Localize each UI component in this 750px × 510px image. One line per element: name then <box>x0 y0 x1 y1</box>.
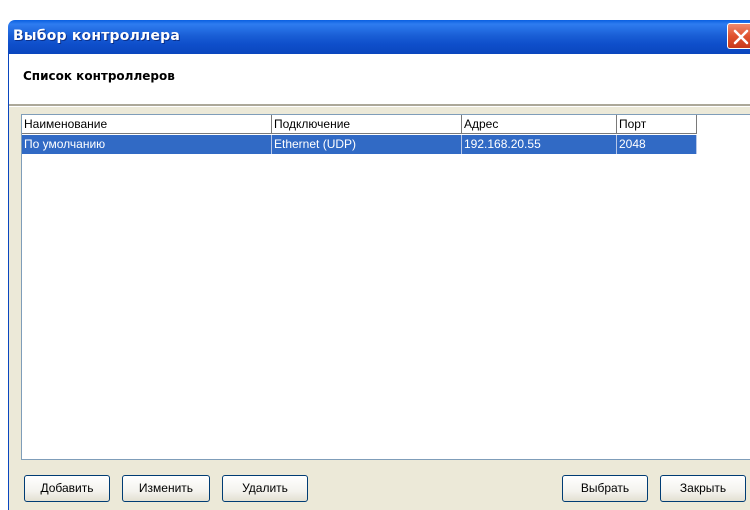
column-header-connection[interactable]: Подключение <box>272 115 462 134</box>
dialog-window: Выбор контроллера Список контроллеров На… <box>0 0 750 510</box>
close-icon <box>733 29 749 45</box>
column-header-address[interactable]: Адрес <box>462 115 617 134</box>
cell-connection: Ethernet (UDP) <box>272 135 462 154</box>
table-row[interactable]: По умолчанию Ethernet (UDP) 192.168.20.5… <box>22 135 697 154</box>
cell-port: 2048 <box>617 135 697 154</box>
close-button[interactable]: Закрыть <box>660 475 746 502</box>
add-button[interactable]: Добавить <box>24 475 110 502</box>
close-window-button[interactable] <box>727 23 750 49</box>
list-header: Наименование Подключение Адрес Порт <box>22 115 697 134</box>
title-bar[interactable]: Выбор контроллера <box>8 20 750 54</box>
edit-button[interactable]: Изменить <box>122 475 210 502</box>
delete-button[interactable]: Удалить <box>222 475 308 502</box>
section-title: Список контроллеров <box>23 69 175 83</box>
controllers-list[interactable]: Наименование Подключение Адрес Порт По у… <box>21 114 750 460</box>
window-title: Выбор контроллера <box>13 28 181 44</box>
header-panel: Список контроллеров <box>9 54 750 104</box>
column-header-port[interactable]: Порт <box>617 115 697 134</box>
cell-address: 192.168.20.55 <box>462 135 617 154</box>
column-header-name[interactable]: Наименование <box>22 115 272 134</box>
header-divider <box>9 104 750 107</box>
cell-name: По умолчанию <box>22 135 272 154</box>
select-button[interactable]: Выбрать <box>562 475 648 502</box>
